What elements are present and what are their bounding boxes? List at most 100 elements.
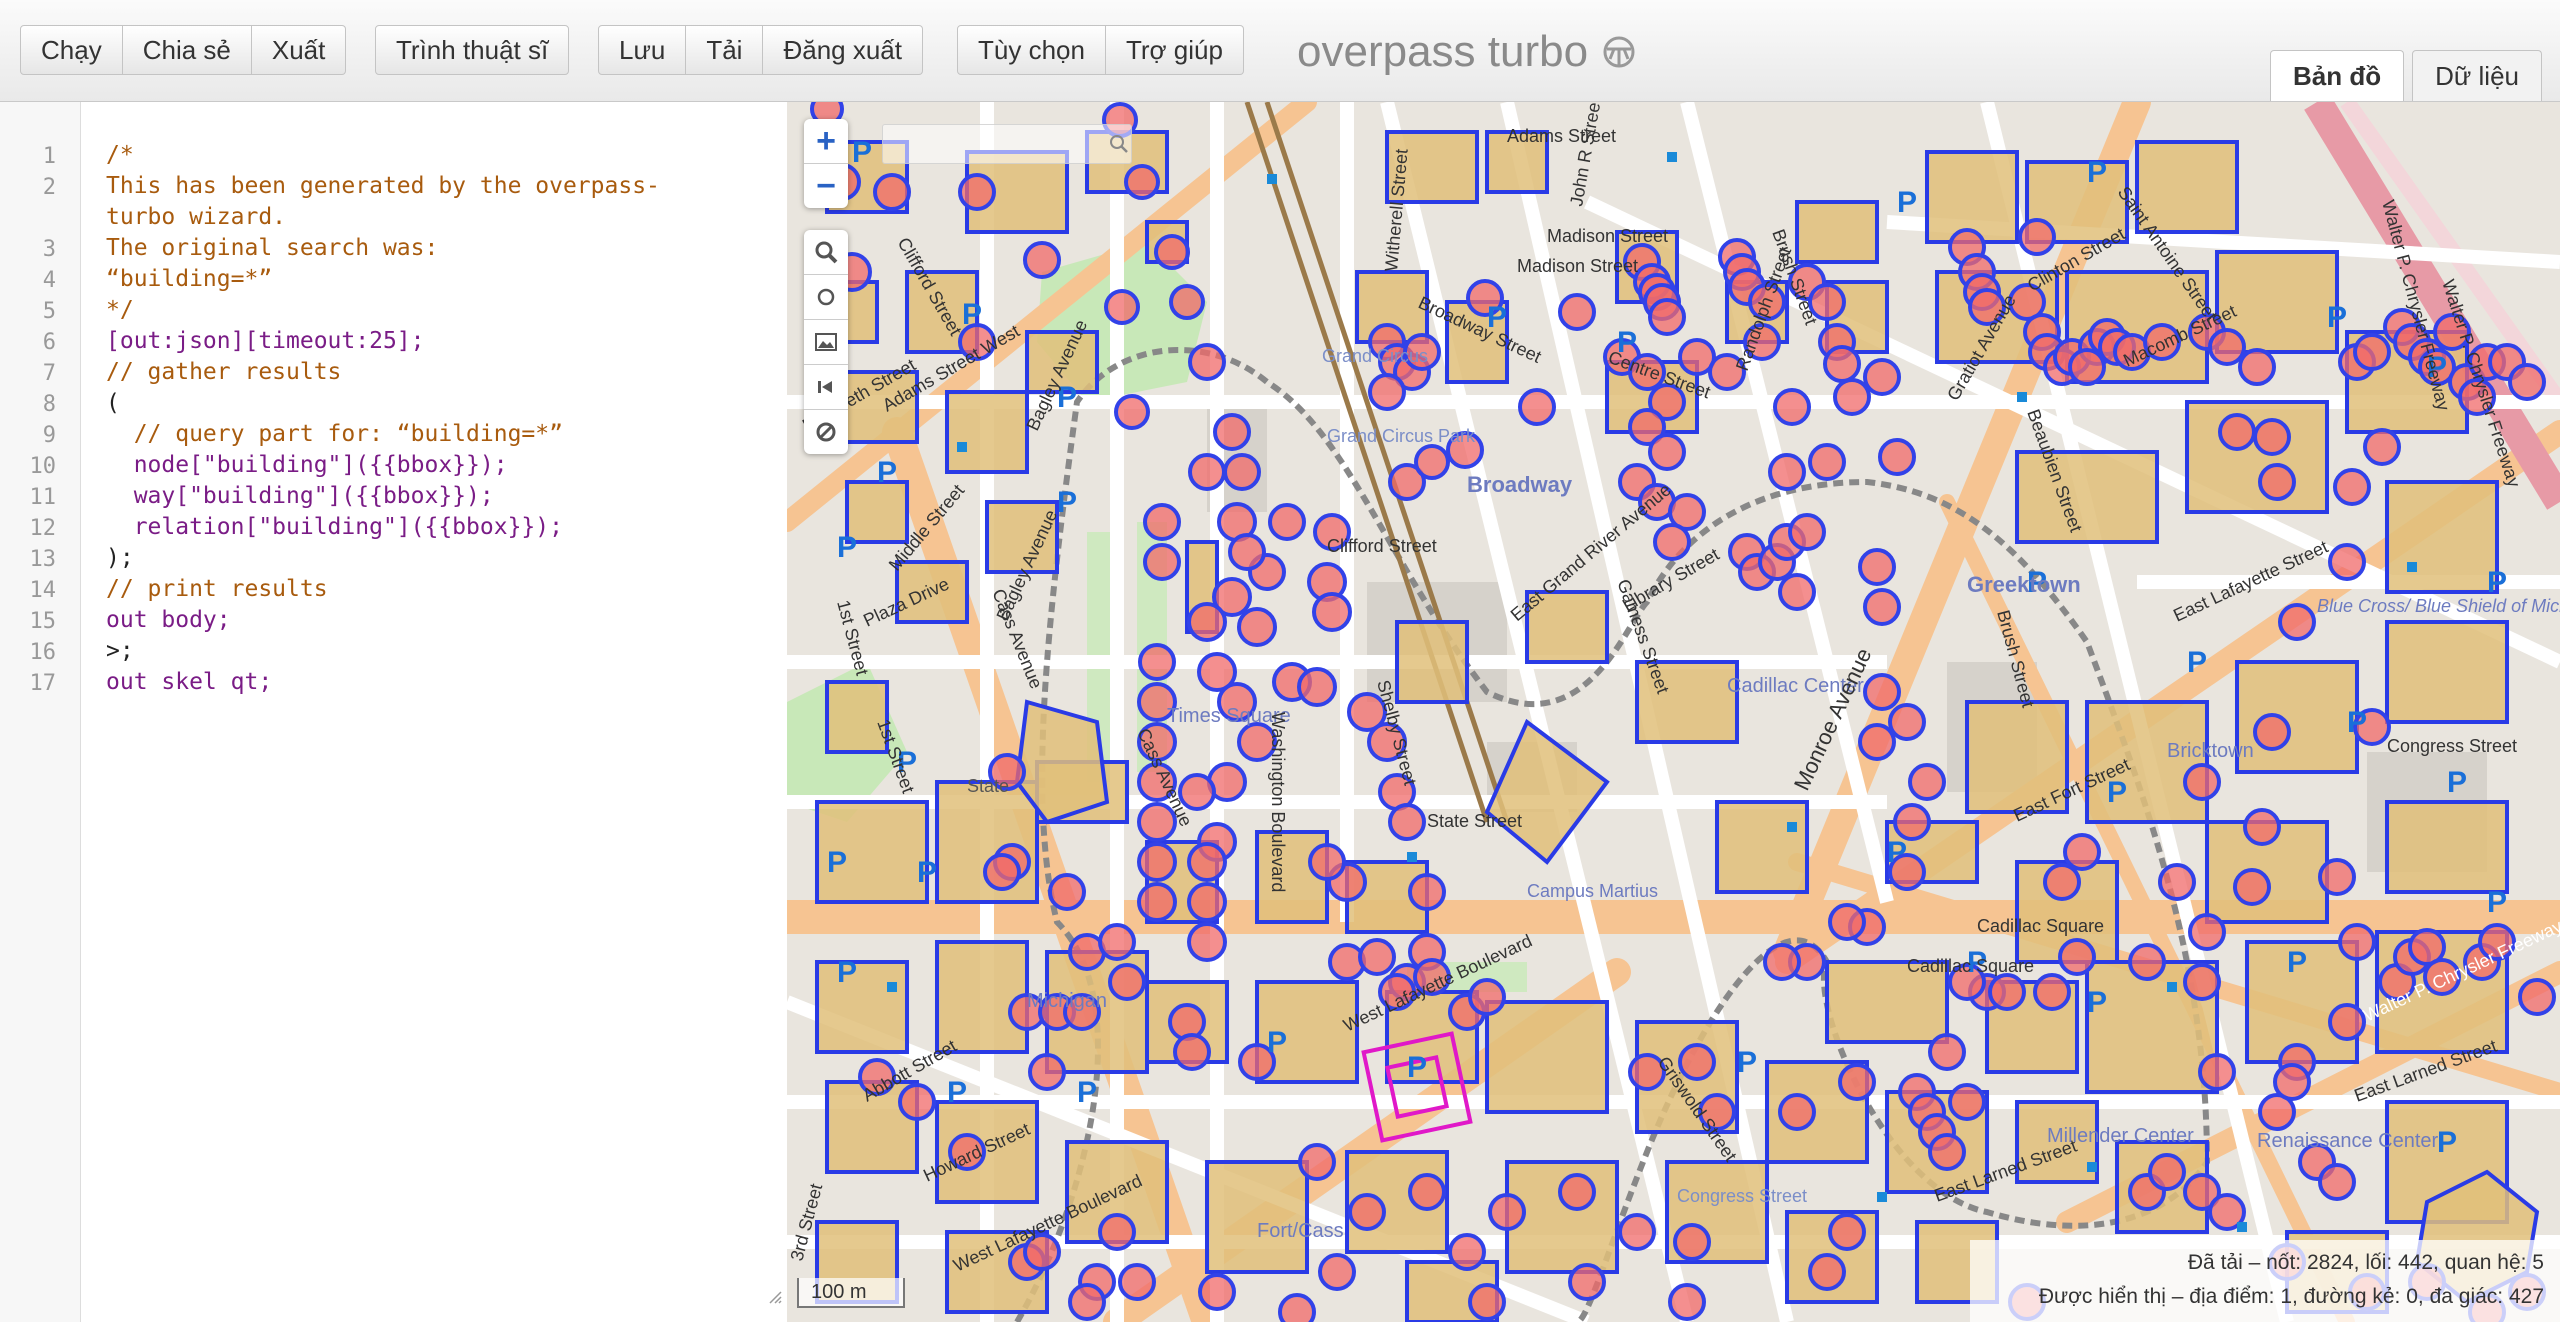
data-stats: Đã tải – nốt: 2824, lối: 442, quan hệ: 5… [1970,1240,2560,1322]
first-button[interactable] [804,365,848,410]
settings-button[interactable]: Tùy chọn [957,25,1106,75]
map-label: Cadillac Square [1977,916,2104,936]
line-number: 15 [29,609,57,634]
code-line: out skel qt; [106,669,273,695]
logout-button[interactable]: Đăng xuất [763,25,923,75]
line-number: 7 [42,361,56,386]
save-button[interactable]: Lưu [598,25,687,75]
line-number: 5 [42,299,56,324]
line-gutter: 1 2 3 4 5 6 7 8 9 10 11 12 13 14 15 16 1… [0,102,81,1322]
svg-text:P: P [917,856,937,889]
map-label: Fort/Cass [1257,1220,1344,1242]
map-label: Madison Street [1547,226,1668,246]
svg-text:P: P [1887,836,1907,869]
tab-data[interactable]: Dữ liệu [2412,50,2542,101]
svg-text:P: P [837,531,857,564]
image-icon [815,333,837,351]
zoom-to-data-button[interactable] [804,230,848,275]
code-line: ); [106,545,134,571]
export-button[interactable]: Xuất [251,25,347,75]
map-label: Campus Martius [1527,881,1658,901]
brand: overpass turbo [1297,27,1636,77]
line-number: 8 [42,392,56,417]
map-label: Bricktown [2167,740,2254,762]
svg-text:P: P [827,846,847,879]
cancel-button[interactable] [804,410,848,454]
map-label: Congress Street [2387,736,2517,756]
svg-text:P: P [2287,946,2307,979]
load-button[interactable]: Tải [686,25,764,75]
options-group: Tùy chọn Trợ giúp [957,25,1244,75]
line-number: 16 [29,640,57,665]
svg-text:P: P [2087,986,2107,1019]
help-button[interactable]: Trợ giúp [1105,25,1244,75]
svg-text:P: P [1737,1046,1757,1079]
share-button[interactable]: Chia sẻ [122,25,252,75]
line-number: 13 [29,547,57,572]
file-group: Lưu Tải Đăng xuất [598,25,923,75]
svg-text:P: P [1267,1026,1287,1059]
svg-text:P: P [1057,486,1077,519]
query-editor[interactable]: 1 2 3 4 5 6 7 8 9 10 11 12 13 14 15 16 1… [0,102,786,1322]
map-canvas[interactable]: PPP PPP PPP PPP PPP PPP PPP PPP PPP PPP … [787,102,2560,1322]
map-label: Madison Street [1517,256,1638,276]
code-line: turbo wizard. [106,204,287,230]
overpass-logo-icon [1603,36,1635,68]
code-line: ( [106,390,120,416]
svg-text:P: P [2447,766,2467,799]
map-label: Congress Street [1677,1186,1807,1206]
svg-text:P: P [1407,1051,1427,1084]
svg-text:P: P [2187,646,2207,679]
tab-map[interactable]: Bản đồ [2270,50,2405,101]
svg-text:P: P [2327,301,2347,334]
wizard-button[interactable]: Trình thuật sĩ [375,25,570,75]
data-overlay-button[interactable] [804,320,848,365]
map-label: Greektown [1967,572,2081,597]
run-group: Chạy Chia sẻ Xuất [20,25,347,75]
svg-text:P: P [1897,186,1917,219]
svg-text:P: P [947,1076,967,1109]
code-line: // print results [106,576,328,602]
code-line: This has been generated by the overpass- [106,173,660,199]
code-line: The original search was: [106,235,439,261]
line-number: 4 [42,268,56,293]
map-label: Broadway [1467,472,1573,497]
toolbar: Chạy Chia sẻ Xuất Trình thuật sĩ Lưu Tải… [0,0,2560,102]
map-label: Renaissance Center [2257,1130,2439,1152]
stats-loaded: Đã tải – nốt: 2824, lối: 442, quan hệ: 5 [2187,1251,2544,1274]
view-tabs: Bản đồ Dữ liệu [2262,50,2542,101]
code-line: /* [106,142,134,168]
zoom-out-button[interactable]: − [804,164,848,208]
map-label: Blue Cross/ Blue Shield of Michigan Camp… [2317,596,2560,616]
line-number: 2 [42,175,56,200]
map-label: State [967,776,1009,796]
map-search-input[interactable] [882,124,1132,164]
map-view[interactable]: PPP PPP PPP PPP PPP PPP PPP PPP PPP PPP … [787,102,2560,1322]
map-label: Cadillac Square [1907,956,2034,976]
svg-text:P: P [852,136,872,169]
first-icon [818,381,832,393]
resize-icon[interactable] [768,1290,782,1304]
line-number: 11 [29,485,57,510]
search-icon[interactable] [1109,134,1129,154]
run-button[interactable]: Chạy [20,25,123,75]
line-number: 9 [42,423,56,448]
map-label: Millender Center [2047,1125,2194,1147]
code-line: // gather results [106,359,342,385]
map-label: Clifford Street [1327,536,1437,556]
zoom-icon [815,241,838,264]
wizard-group: Trình thuật sĩ [375,25,570,75]
map-label: Washington Boulevard [1268,712,1288,892]
map-tools [804,230,848,454]
stats-displayed: Được hiển thị – địa điểm: 1, đường kẻ: 0… [2038,1285,2544,1308]
code-line: way["building"]({{bbox}}); [106,483,494,509]
svg-text:P: P [2487,886,2507,919]
svg-text:P: P [837,956,857,989]
locate-button[interactable] [804,275,848,320]
zoom-in-button[interactable]: + [804,119,848,164]
scale-bar: 100 m [797,1278,905,1308]
line-number: 14 [29,578,57,603]
line-number: 17 [29,671,57,696]
circle-icon [817,288,835,306]
svg-text:P: P [2347,706,2367,739]
